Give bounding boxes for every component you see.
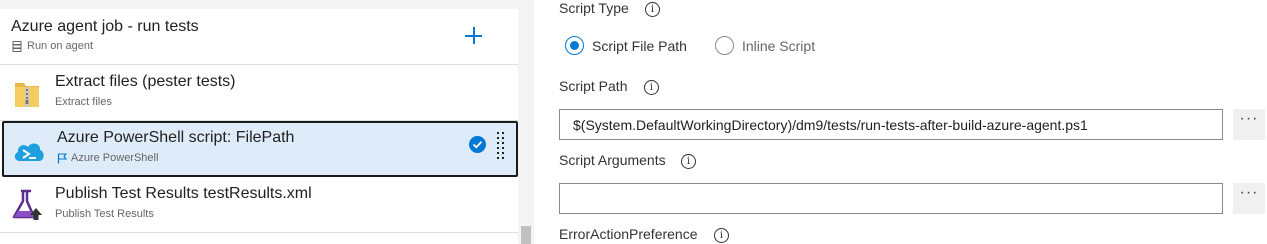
drag-handle-icon[interactable] <box>497 132 505 160</box>
zip-folder-icon <box>15 83 39 107</box>
radio-label: Inline Script <box>741 37 816 54</box>
agent-job-title: Azure agent job - run tests <box>11 18 199 35</box>
error-action-preference-label: ErrorActionPreference <box>559 226 698 242</box>
task-subtitle: Extract files <box>55 96 112 108</box>
task-subtitle: Publish Test Results <box>55 208 154 220</box>
script-path-browse-button[interactable]: ··· <box>1233 109 1265 140</box>
task-panel: Azure agent job - run tests Run on agent <box>0 0 534 244</box>
script-path-input[interactable]: $(System.DefaultWorkingDirectory)/dm9/te… <box>559 109 1223 140</box>
script-path-label: Script Path <box>559 78 628 94</box>
task-title: Extract files (pester tests) <box>55 73 236 90</box>
error-action-info-icon[interactable]: i <box>714 228 729 243</box>
radio-label: Script File Path <box>592 37 687 54</box>
enabled-check-icon <box>469 136 486 153</box>
add-task-button[interactable] <box>462 24 486 48</box>
task-item-extract-files[interactable]: Extract files (pester tests) Extract fil… <box>0 65 518 121</box>
task-properties-panel: Script Type i Script File Path Inline Sc… <box>534 0 1267 244</box>
radio-checked-icon <box>565 36 584 55</box>
agent-job-header[interactable]: Azure agent job - run tests Run on agent <box>0 9 518 65</box>
task-subtitle: Azure PowerShell <box>57 152 158 164</box>
task-list: Azure agent job - run tests Run on agent <box>0 9 518 244</box>
task-title: Azure PowerShell script: FilePath <box>57 129 295 146</box>
scrollbar-thumb[interactable] <box>521 226 531 244</box>
task-title: Publish Test Results testResults.xml <box>55 185 312 202</box>
flask-upload-icon <box>12 189 42 220</box>
script-arguments-input[interactable] <box>559 183 1223 214</box>
radio-script-file-path[interactable]: Script File Path <box>565 36 687 55</box>
task-item-azure-powershell[interactable]: Azure PowerShell script: FilePath Azure … <box>2 121 518 177</box>
task-subtitle-text: Azure PowerShell <box>71 152 159 164</box>
script-arguments-label: Script Arguments <box>559 152 666 168</box>
script-type-label: Script Type <box>559 0 629 16</box>
script-type-info-icon[interactable]: i <box>645 2 660 17</box>
task-item-publish-test-results[interactable]: Publish Test Results testResults.xml Pub… <box>0 177 518 233</box>
agent-job-subtitle-text: Run on agent <box>27 40 94 52</box>
radio-inline-script[interactable]: Inline Script <box>714 36 816 55</box>
azure-powershell-icon <box>14 143 44 161</box>
script-path-info-icon[interactable]: i <box>644 80 659 95</box>
radio-unchecked-icon <box>714 36 734 55</box>
script-arguments-info-icon[interactable]: i <box>681 154 696 169</box>
script-type-radio-group: Script File Path Inline Script <box>565 36 815 55</box>
server-icon <box>12 40 22 52</box>
script-arguments-more-button[interactable]: ··· <box>1233 183 1265 214</box>
scrollbar-track[interactable] <box>518 9 534 244</box>
flag-icon <box>57 152 67 163</box>
agent-job-subtitle: Run on agent <box>12 40 93 52</box>
